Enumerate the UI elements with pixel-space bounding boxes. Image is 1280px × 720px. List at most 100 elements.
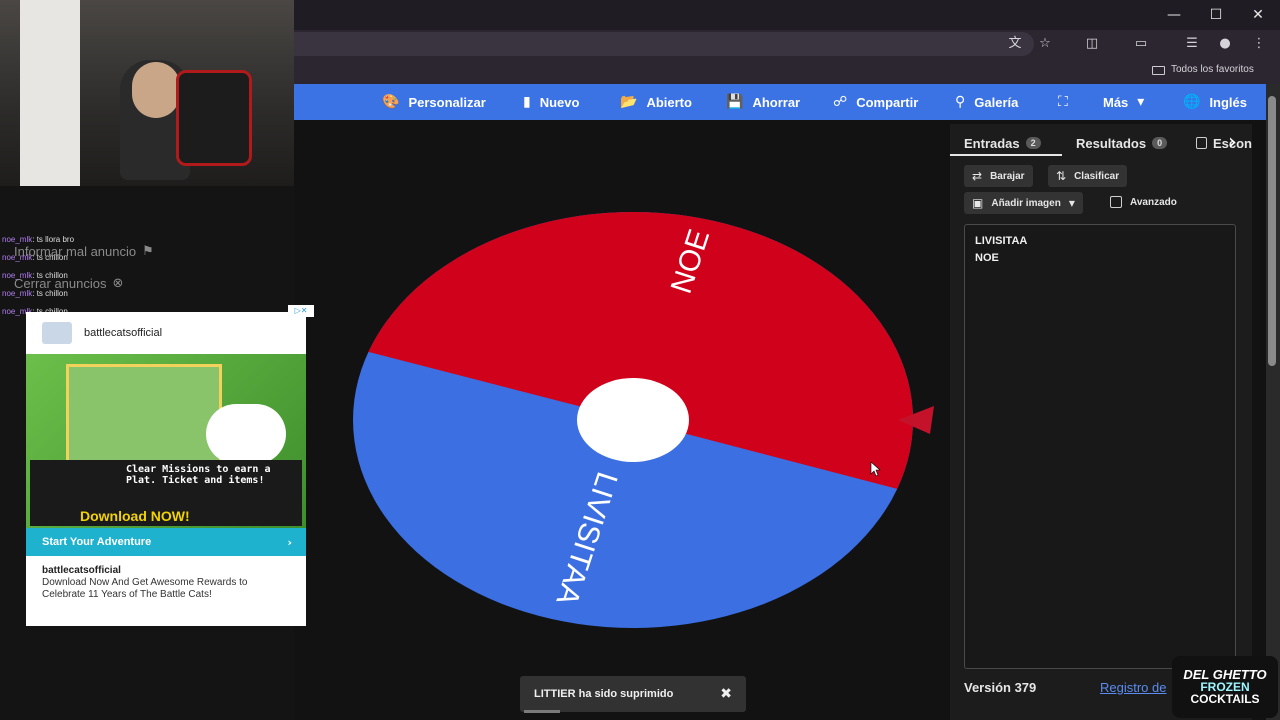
hide-toggle[interactable]: Escon <box>1196 132 1252 154</box>
bookmark-star-icon[interactable]: ☆ <box>1034 34 1056 54</box>
close-ads-label: Cerrar anuncios <box>14 276 107 291</box>
minimize-button[interactable]: — <box>1154 4 1194 26</box>
fullscreen-icon: ⛶ <box>1058 94 1068 110</box>
chevron-right-icon: › <box>287 535 292 549</box>
image-icon: ▣ <box>972 196 984 210</box>
hide-checkbox[interactable] <box>1196 137 1207 149</box>
close-ads-link[interactable]: Cerrar anuncios ⊗ <box>14 276 123 291</box>
gaming-chair <box>176 70 252 166</box>
add-image-dropdown[interactable]: ▣ Añadir imagen ▾ <box>964 192 1083 214</box>
tab-entries[interactable]: Entradas 2 <box>964 132 1041 154</box>
ad-banner-text: Clear Missions to earn a Plat. Ticket an… <box>126 464 271 486</box>
toast-progress <box>524 710 560 713</box>
scrollbar-thumb[interactable] <box>1268 96 1276 366</box>
entries-textarea[interactable]: LIVISITAA NOE <box>964 224 1236 669</box>
add-image-label: Añadir imagen <box>991 197 1061 209</box>
share-icon: ☍ <box>833 94 848 110</box>
chevron-down-icon: ▾ <box>1068 196 1075 210</box>
webcam-feed <box>0 0 294 186</box>
open-button[interactable]: 📂 Abierto <box>620 84 692 120</box>
wheel-center-hub <box>577 378 689 462</box>
fullscreen-button[interactable]: ⛶ <box>1058 84 1068 120</box>
address-bar[interactable] <box>294 32 1034 56</box>
folder-open-icon: 📂 <box>620 94 638 110</box>
browser-titlebar <box>294 0 1280 30</box>
ad-brand-name: battlecatsofficial <box>84 327 163 339</box>
new-button[interactable]: ▮ Nuevo <box>523 84 579 120</box>
bookmarks-bar <box>294 58 1280 84</box>
ad-banner-text-box: Clear Missions to earn a Plat. Ticket an… <box>30 460 302 526</box>
more-dropdown[interactable]: Más ▾ <box>1103 84 1144 120</box>
ad-download-text: Download NOW! <box>80 508 190 524</box>
tab-results[interactable]: Resultados 0 <box>1076 132 1168 154</box>
gallery-button[interactable]: ⚲ Galería <box>955 84 1018 120</box>
media-control-icon[interactable]: ☰ <box>1181 34 1203 54</box>
ad-brand-logo <box>42 322 72 344</box>
entry-line: LIVISITAA <box>975 235 1028 247</box>
globe-icon: 🌐 <box>1183 94 1201 110</box>
translate-icon[interactable]: 文 <box>1004 34 1026 54</box>
shuffle-label: Barajar <box>990 170 1025 182</box>
share-label: Compartir <box>856 94 919 110</box>
chevron-down-icon: ▾ <box>1137 94 1145 110</box>
streamer-face <box>132 62 180 118</box>
save-disk-icon: 💾 <box>726 94 744 110</box>
ad-body-text: Download Now And Get Awesome Rewards to … <box>42 577 248 600</box>
menu-kebab-icon[interactable]: ⋮ <box>1248 34 1270 54</box>
toast-message: LITTIER ha sido suprimido <box>534 688 674 700</box>
palette-icon: 🎨 <box>382 94 400 110</box>
flag-icon: ⚑ <box>142 244 154 259</box>
advanced-toggle[interactable]: Avanzado <box>1110 196 1177 208</box>
logo-line3: COCKTAILS <box>1190 692 1260 706</box>
ad-choices-icon[interactable]: ▷✕ <box>288 305 314 317</box>
close-window-button[interactable]: ✕ <box>1238 4 1278 26</box>
changelog-link[interactable]: Registro de <box>1100 680 1166 695</box>
sort-icon: ⇅ <box>1056 169 1067 183</box>
door-shape <box>20 0 80 186</box>
profile-avatar[interactable]: ● <box>1214 34 1236 54</box>
more-label: Más <box>1103 94 1129 110</box>
maximize-button[interactable]: ☐ <box>1196 4 1236 26</box>
extensions-icon[interactable]: ◫ <box>1081 34 1103 54</box>
entries-count-badge: 2 <box>1025 137 1041 149</box>
ad-body-title: battlecatsofficial <box>42 565 121 576</box>
customize-button[interactable]: 🎨 Personalizar <box>382 84 486 120</box>
gallery-label: Galería <box>974 94 1019 110</box>
save-button[interactable]: 💾 Ahorrar <box>726 84 800 120</box>
spin-wheel[interactable]: NOE LIVISITAA <box>340 200 950 640</box>
folder-icon <box>1152 65 1165 75</box>
sort-label: Clasificar <box>1074 170 1120 182</box>
close-circle-icon: ⊗ <box>112 276 124 291</box>
save-label: Ahorrar <box>752 94 801 110</box>
sponsor-logo: DEL GHETTO FROZEN COCKTAILS <box>1172 656 1278 718</box>
search-icon: ⚲ <box>955 94 966 110</box>
close-icon[interactable]: ✖ <box>720 686 732 702</box>
version-label: Versión 379 <box>964 680 1037 695</box>
entry-line: NOE <box>975 252 999 264</box>
all-bookmarks-label: Todos los favoritos <box>1171 64 1254 75</box>
chat-message: noe_mlk: ts llora bro <box>2 235 75 244</box>
ad-cta-label: Start Your Adventure <box>42 536 152 548</box>
language-button[interactable]: 🌐 Inglés <box>1183 84 1247 120</box>
shuffle-icon: ⇄ <box>972 169 983 183</box>
new-file-icon: ▮ <box>523 94 531 110</box>
chevron-right-icon[interactable]: › <box>1228 130 1237 155</box>
shuffle-button[interactable]: ⇄ Barajar <box>964 165 1033 187</box>
tab-entries-label: Entradas <box>964 135 1020 151</box>
open-label: Abierto <box>646 94 692 110</box>
toast-notification: LITTIER ha sido suprimido ✖ <box>520 676 746 712</box>
ad-cat-art <box>206 404 286 464</box>
ad-map-art <box>66 364 222 470</box>
ad-cta-button[interactable]: Start Your Adventure › <box>26 528 306 556</box>
tab-results-label: Resultados <box>1076 135 1147 151</box>
language-label: Inglés <box>1209 94 1248 110</box>
active-tab-indicator <box>950 154 1062 156</box>
new-label: Nuevo <box>539 94 580 110</box>
share-button[interactable]: ☍ Compartir <box>833 84 918 120</box>
report-ad-link[interactable]: Informar mal anuncio ⚑ <box>14 244 154 259</box>
advanced-checkbox[interactable] <box>1110 196 1122 208</box>
all-bookmarks-link[interactable]: Todos los favoritos <box>1152 60 1254 80</box>
report-ad-label: Informar mal anuncio <box>14 244 137 259</box>
cast-icon[interactable]: ▭ <box>1130 34 1152 54</box>
sort-button[interactable]: ⇅ Clasificar <box>1048 165 1128 187</box>
